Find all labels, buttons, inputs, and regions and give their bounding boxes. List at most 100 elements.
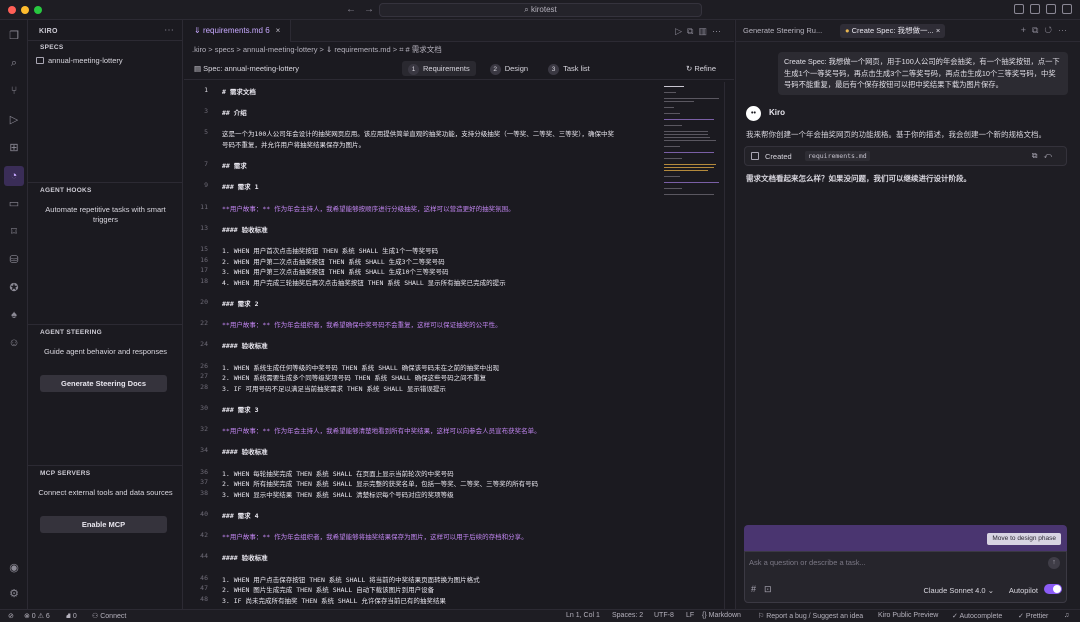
enable-mcp-button[interactable]: Enable MCP <box>40 516 167 533</box>
context-hash-icon[interactable]: # <box>751 584 764 594</box>
agent-hooks-header[interactable]: AGENT HOOKS <box>40 187 92 194</box>
leaf-icon[interactable]: ♠ <box>7 308 21 322</box>
explorer-icon[interactable]: ❐ <box>7 28 21 42</box>
folder-icon[interactable]: ▭ <box>7 196 21 210</box>
prettier-status[interactable]: ✓ Prettier <box>1018 612 1048 620</box>
spec-item-label: annual-meeting-lottery <box>48 56 123 65</box>
extensions-icon[interactable]: ⊞ <box>7 140 21 154</box>
customize-layout-icon[interactable] <box>1062 4 1072 14</box>
history-icon[interactable]: ↺ <box>1044 25 1058 35</box>
cursor-position[interactable]: Ln 1, Col 1 <box>566 612 600 619</box>
search-icon[interactable]: ⌕ <box>7 56 21 70</box>
split-editor-icon[interactable]: ▥ <box>698 26 712 36</box>
chat-actions: +⧉↺⋯ <box>1021 25 1073 36</box>
megaphone-icon: ⚐ <box>758 613 767 620</box>
minimize-window-button[interactable] <box>21 6 29 14</box>
code-line: ### 需求 1 <box>222 183 259 192</box>
created-file-card[interactable]: Created requirements.md ⧉↶ <box>744 146 1067 166</box>
tab-requirements-md[interactable]: ⇓ requirements.md 6 × <box>184 20 292 42</box>
close-tab-icon[interactable]: × <box>936 26 940 35</box>
run-icon[interactable]: ▷ <box>675 26 687 36</box>
encoding[interactable]: UTF-8 <box>654 612 674 619</box>
run-debug-icon[interactable]: ▷ <box>7 112 21 126</box>
title-bar: ←→ ⌕ kirotest <box>0 0 1080 20</box>
toggle-secondary-sidebar-icon[interactable] <box>1046 4 1056 14</box>
model-selector[interactable]: Claude Sonnet 4.0 ⌄ <box>923 586 994 595</box>
toggle-sidebar-icon[interactable] <box>1014 4 1024 14</box>
divider <box>28 40 183 41</box>
spec-item[interactable]: annual-meeting-lottery <box>36 56 123 65</box>
remote-icon[interactable]: ⊘ <box>8 612 14 620</box>
step-requirements[interactable]: 1 Requirements <box>402 61 476 76</box>
code-line: ### 需求 2 <box>222 300 259 308</box>
more-actions-icon[interactable]: ⋯ <box>1058 25 1073 35</box>
toggle-panel-icon[interactable] <box>1030 4 1040 14</box>
settings-gear-icon[interactable]: ⚙ <box>7 586 21 600</box>
new-chat-icon[interactable]: + <box>1021 25 1032 35</box>
spec-label: ▤ Spec: annual-meeting-lottery <box>194 64 299 73</box>
kiro-icon[interactable]: ◔ <box>4 166 24 186</box>
line-number: 27 <box>200 372 208 381</box>
move-to-design-phase-button[interactable]: Move to design phase <box>987 533 1061 545</box>
maximize-window-button[interactable] <box>34 6 42 14</box>
agent-steering-header[interactable]: AGENT STEERING <box>40 329 102 336</box>
chat-input[interactable]: Ask a question or describe a task... ↑ #… <box>744 551 1067 603</box>
kiro-name: Kiro <box>769 108 785 117</box>
refine-button[interactable]: ↻ Refine <box>686 64 716 73</box>
problems-status[interactable]: ⊗ 0 ⚠ 6 <box>24 612 50 620</box>
autopilot-label: Autopilot <box>1008 586 1038 595</box>
more-actions-icon[interactable]: ⋯ <box>712 26 726 36</box>
command-center-search[interactable]: ⌕ kirotest <box>379 3 702 17</box>
preview-icon[interactable]: ⧉ <box>687 26 698 36</box>
robot-icon[interactable]: ☺ <box>7 336 21 350</box>
editor-scrollbar[interactable] <box>724 82 732 609</box>
specs-header[interactable]: SPECS <box>40 44 64 51</box>
extension-icon[interactable]: ✪ <box>7 280 21 294</box>
tab-create-spec[interactable]: ● Create Spec: 我想做一... × <box>840 24 946 38</box>
report-bug-link[interactable]: ⚐ Report a bug / Suggest an idea <box>758 612 863 620</box>
revert-icon[interactable]: ↶ <box>1043 151 1058 160</box>
close-window-button[interactable] <box>8 6 16 14</box>
tab-generate-steering[interactable]: Generate Steering Ru... <box>738 24 827 38</box>
minimap[interactable] <box>662 82 722 202</box>
source-control-icon[interactable]: ⑂ <box>7 84 21 98</box>
open-file-icon[interactable]: ⧉ <box>1032 151 1044 160</box>
indentation[interactable]: Spaces: 2 <box>612 612 643 619</box>
mcp-servers-header[interactable]: MCP SERVERS <box>40 470 90 477</box>
image-icon[interactable]: ⊡ <box>764 584 780 594</box>
end-of-line[interactable]: LF <box>686 612 694 619</box>
language-mode[interactable]: {} Markdown <box>702 612 741 619</box>
notifications-icon[interactable]: ♫ <box>1064 612 1069 619</box>
line-number: 5 <box>204 128 208 137</box>
created-label: Created <box>765 152 792 161</box>
line-number: 7 <box>204 160 208 169</box>
autopilot-toggle[interactable] <box>1044 584 1062 594</box>
breadcrumb[interactable]: .kiro > specs > annual-meeting-lottery >… <box>192 44 442 55</box>
line-number: 44 <box>200 552 208 561</box>
database-icon[interactable]: ⛁ <box>7 252 21 266</box>
created-file-chip[interactable]: requirements.md <box>805 151 870 161</box>
bookmark-icon[interactable]: ⌑ <box>7 224 21 238</box>
step-design[interactable]: 2 Design <box>484 61 534 76</box>
generate-steering-docs-button[interactable]: Generate Steering Docs <box>40 375 167 392</box>
history-archive-icon[interactable]: ⧉ <box>1032 25 1044 35</box>
line-number: 22 <box>200 319 208 328</box>
ports-status[interactable]: ⛘ 0 <box>66 612 77 621</box>
account-icon[interactable]: ◉ <box>7 560 21 574</box>
more-actions-icon[interactable]: ⋯ <box>164 25 174 36</box>
report-label: Report a bug / Suggest an idea <box>766 613 864 620</box>
status-bar: ⊘ ⊗ 0 ⚠ 6 ⛘ 0 ⚇ Connect Ln 1, Col 1 Spac… <box>0 609 1080 622</box>
connect-status[interactable]: ⚇ Connect <box>92 612 126 620</box>
send-icon[interactable]: ↑ <box>1048 557 1060 569</box>
code-line: #### 验收标准 <box>222 225 268 234</box>
autocomplete-status[interactable]: ✓ Autocomplete <box>952 612 1002 620</box>
code-editor[interactable]: 1 # 需求文档 3 ## 介绍 5 这是一个为100人公司年会设计的抽奖网页应用。该应用… <box>184 82 662 609</box>
prettier-label: Prettier <box>1025 613 1049 620</box>
line-number: 20 <box>200 298 208 306</box>
line-number: 26 <box>200 361 208 370</box>
close-tab-icon[interactable]: × <box>276 26 281 35</box>
line-number: 28 <box>200 382 208 391</box>
nav-arrows-icon[interactable]: ←→ <box>346 4 382 15</box>
layout-controls <box>1014 4 1072 14</box>
step-task-list[interactable]: 3 Task list <box>542 61 596 76</box>
